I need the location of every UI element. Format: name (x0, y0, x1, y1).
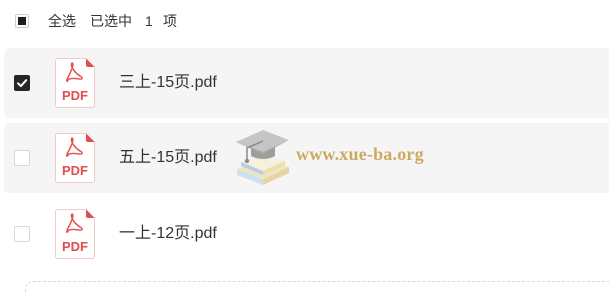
pdf-type-label: PDF (62, 239, 88, 254)
pdf-file-icon: PDF (55, 209, 95, 259)
file-checkbox[interactable] (14, 150, 30, 166)
pdf-type-label: PDF (62, 88, 88, 103)
file-name: 一上-12页.pdf (119, 225, 217, 242)
graduation-cap-logo-icon (233, 127, 291, 189)
file-row[interactable]: PDF 三上-15页.pdf (4, 48, 609, 118)
pdf-type-label: PDF (62, 163, 88, 178)
file-name: 三上-15页.pdf (119, 74, 217, 91)
indeterminate-mark-icon (18, 17, 26, 25)
selected-suffix-text: 项 (163, 13, 177, 29)
watermark-text: www.xue-ba.org (296, 144, 424, 164)
selected-prefix-text: 已选中 (90, 13, 132, 29)
file-row[interactable]: PDF 一上-12页.pdf (4, 199, 609, 269)
select-all-checkbox[interactable] (15, 14, 29, 28)
checkmark-icon (17, 79, 28, 88)
file-checkbox[interactable] (14, 226, 30, 242)
select-all-label[interactable]: 全选 (48, 0, 76, 42)
pdf-file-icon: PDF (55, 133, 95, 183)
selection-toolbar: 全选 已选中 1 项 (0, 0, 609, 42)
file-checkbox[interactable] (14, 75, 30, 91)
pdf-file-icon: PDF (55, 58, 95, 108)
file-name: 五上-15页.pdf (119, 149, 217, 166)
selected-count: 1 (145, 13, 153, 29)
upload-dropzone[interactable] (25, 281, 609, 293)
